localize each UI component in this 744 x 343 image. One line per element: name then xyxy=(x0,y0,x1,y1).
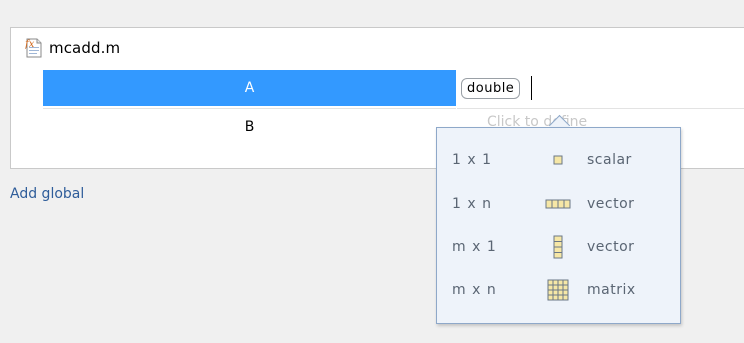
add-global-link[interactable]: Add global xyxy=(10,186,84,202)
column-vector-icon xyxy=(544,235,572,259)
input-name-cell[interactable]: B xyxy=(43,108,456,145)
input-row-a[interactable]: A double xyxy=(43,70,744,106)
size-option-kind: matrix xyxy=(587,282,636,298)
file-name: mcadd.m xyxy=(49,39,121,57)
row-vector-icon xyxy=(544,192,572,216)
size-options-popup: 1 x 1 scalar 1 x n vector m x 1 vector m… xyxy=(436,127,681,324)
file-header: fx mcadd.m xyxy=(25,36,120,60)
size-option-kind: scalar xyxy=(587,152,632,168)
size-option-kind: vector xyxy=(587,196,635,212)
text-caret xyxy=(531,76,533,100)
matrix-icon xyxy=(544,278,572,302)
size-option-dims: m x n xyxy=(452,282,497,298)
size-option-dims: 1 x n xyxy=(452,196,492,212)
size-option-column-vector[interactable]: m x 1 vector xyxy=(437,228,680,266)
size-option-matrix[interactable]: m x n matrix xyxy=(437,271,680,309)
svg-text:fx: fx xyxy=(25,39,35,50)
scalar-icon xyxy=(544,148,572,172)
input-name-cell[interactable]: A xyxy=(43,70,456,106)
size-option-dims: 1 x 1 xyxy=(452,152,492,168)
type-token[interactable]: double xyxy=(461,77,521,99)
function-file-icon: fx xyxy=(25,38,43,58)
size-option-dims: m x 1 xyxy=(452,239,497,255)
size-option-scalar[interactable]: 1 x 1 scalar xyxy=(437,141,680,179)
size-option-kind: vector xyxy=(587,239,635,255)
input-type-cell[interactable]: double xyxy=(457,70,744,106)
size-option-row-vector[interactable]: 1 x n vector xyxy=(437,185,680,223)
